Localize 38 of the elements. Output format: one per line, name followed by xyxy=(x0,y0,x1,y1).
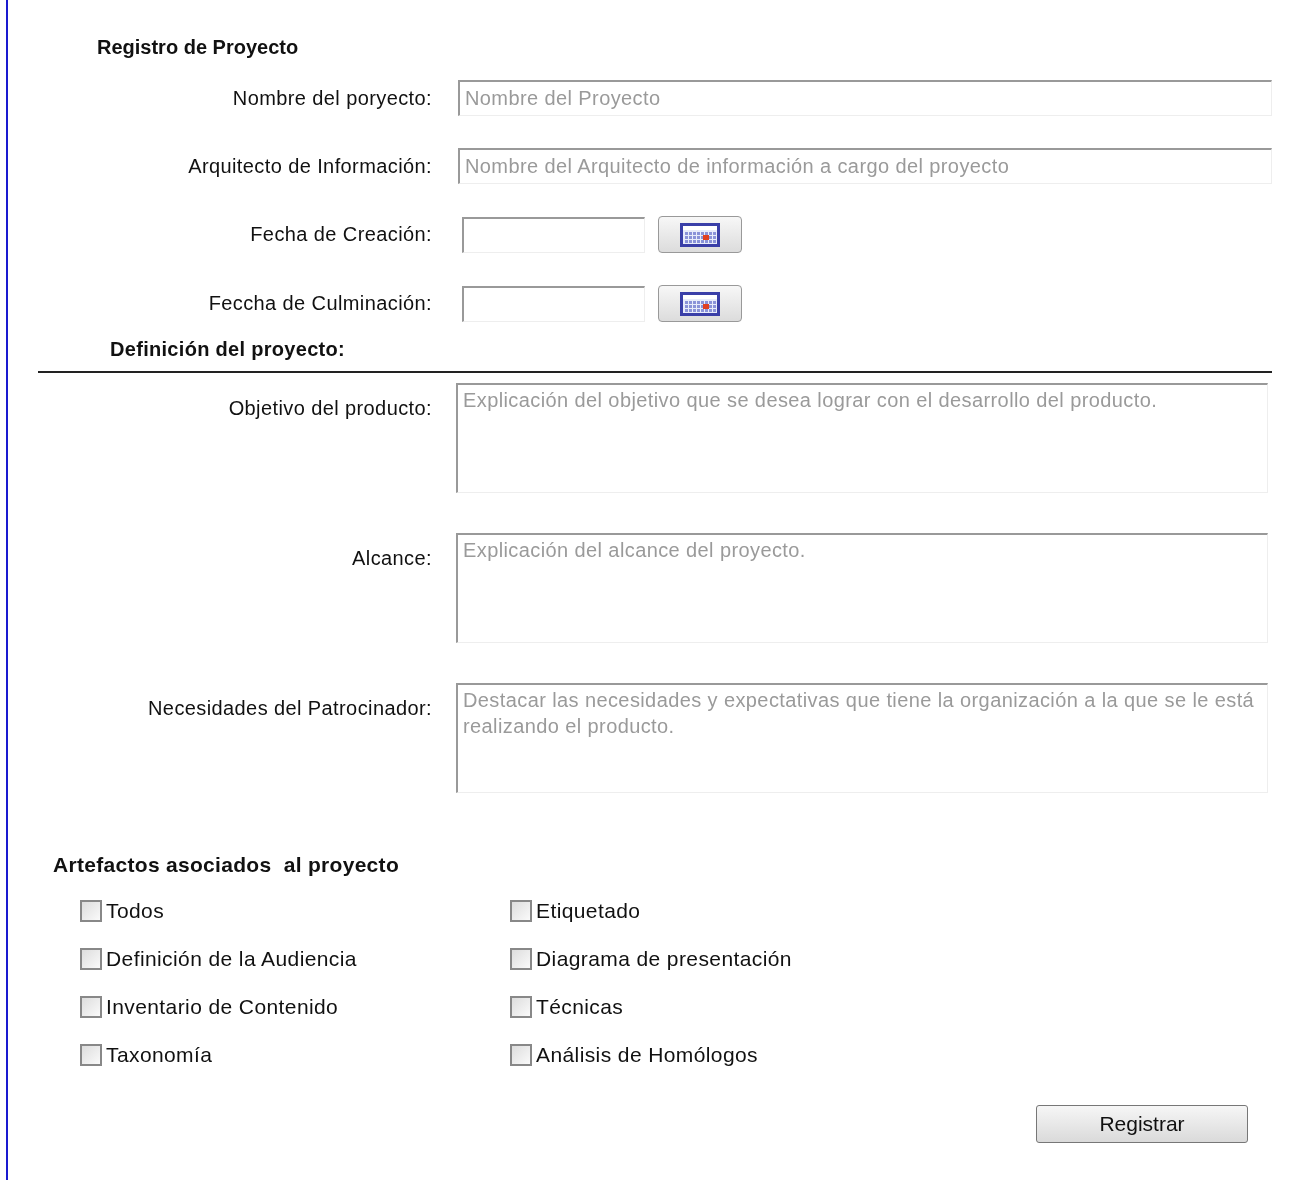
checkbox-label: Etiquetado xyxy=(536,899,641,923)
form-title: Registro de Proyecto xyxy=(97,36,300,60)
checkbox-label: Definición de la Audiencia xyxy=(106,947,357,971)
text-area[interactable]: Destacar las necesidades y expectativas que tiene la organización a la que se le está realizando el producto. xyxy=(456,683,1268,793)
text-area[interactable]: Explicación del objetivo que se desea lograr con el desarrollo del producto. xyxy=(456,383,1268,493)
checkbox-label: Inventario de Contenido xyxy=(106,995,339,1019)
checkbox[interactable] xyxy=(510,1044,532,1066)
checkbox-label: Taxonomía xyxy=(106,1043,213,1067)
register-button[interactable]: Registrar xyxy=(1036,1105,1248,1143)
calendar-icon xyxy=(679,290,721,317)
text-area[interactable]: Explicación del alcance del proyecto. xyxy=(456,533,1268,643)
field-label: Arquitecto de Información: xyxy=(187,154,432,178)
calendar-button[interactable] xyxy=(658,216,742,253)
field-label: Feccha de Culminación: xyxy=(207,292,432,315)
calendar-icon xyxy=(679,221,721,248)
section-heading: Artefactos asociados al proyecto xyxy=(53,853,400,877)
checkbox[interactable] xyxy=(510,900,532,922)
checkbox[interactable] xyxy=(510,948,532,970)
date-field[interactable] xyxy=(462,216,645,253)
field-label: Nombre del poryecto: xyxy=(231,86,432,110)
input-field[interactable]: Nombre del Arquitecto de información a cargo del proyecto xyxy=(458,148,1272,184)
checkbox[interactable] xyxy=(510,996,532,1018)
checkbox-label: Técnicas xyxy=(536,995,624,1019)
checkbox[interactable] xyxy=(80,948,102,970)
checkbox-label: Análisis de Homólogos xyxy=(536,1043,758,1067)
checkbox[interactable] xyxy=(80,1044,102,1066)
field-label: Alcance: xyxy=(351,546,432,570)
checkbox-label: Todos xyxy=(106,899,165,923)
field-label: Necesidades del Patrocinador: xyxy=(147,696,432,720)
checkbox[interactable] xyxy=(80,996,102,1018)
checkbox[interactable] xyxy=(80,900,102,922)
section-heading: Definición del proyecto: xyxy=(110,338,346,361)
input-field[interactable]: Nombre del Proyecto xyxy=(458,80,1272,116)
calendar-button[interactable] xyxy=(658,285,742,322)
date-field[interactable] xyxy=(462,285,645,322)
field-label: Objetivo del producto: xyxy=(227,396,432,420)
checkbox-label: Diagrama de presentación xyxy=(536,947,792,971)
field-label: Fecha de Creación: xyxy=(249,223,432,246)
